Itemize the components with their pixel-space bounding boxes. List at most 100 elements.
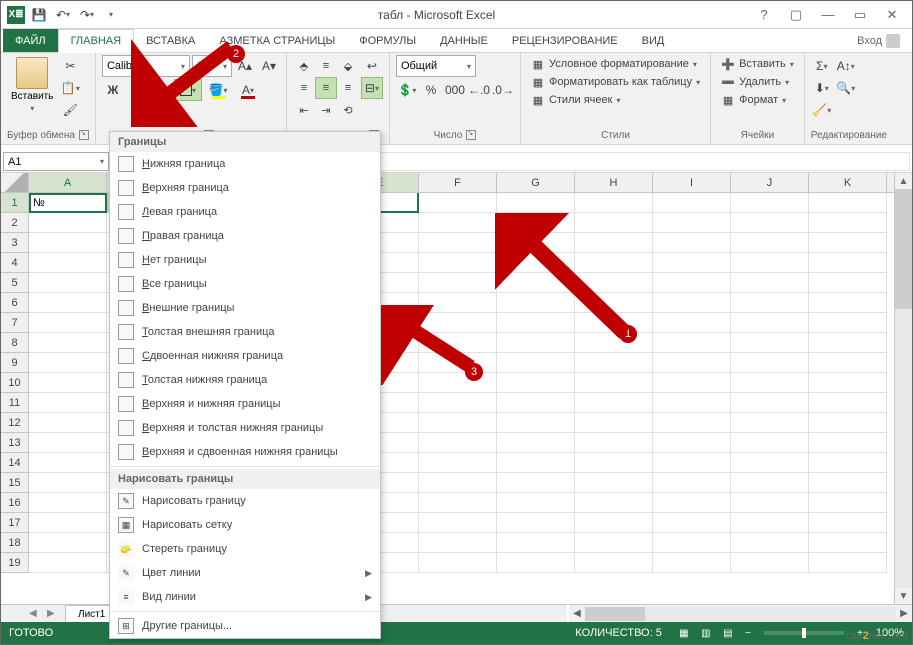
cell[interactable]: [29, 533, 107, 553]
cell[interactable]: [497, 413, 575, 433]
decrease-decimal-icon[interactable]: .0→: [492, 79, 514, 101]
cell[interactable]: [497, 293, 575, 313]
delete-cells-button[interactable]: ➖Удалить▾: [717, 73, 798, 91]
cell[interactable]: [419, 353, 497, 373]
paste-button[interactable]: Вставить ▾: [7, 55, 57, 115]
cell[interactable]: [419, 473, 497, 493]
cell[interactable]: [419, 553, 497, 573]
cell[interactable]: [809, 493, 887, 513]
cell[interactable]: [809, 513, 887, 533]
row-header[interactable]: 14: [1, 453, 29, 473]
cell[interactable]: [575, 553, 653, 573]
col-header-f[interactable]: F: [419, 173, 497, 192]
cell[interactable]: [809, 193, 887, 213]
qat-customize-icon[interactable]: ▾: [101, 5, 121, 25]
increase-decimal-icon[interactable]: ←.0: [468, 79, 490, 101]
minimize-icon[interactable]: —: [816, 5, 840, 25]
cell[interactable]: [731, 273, 809, 293]
decrease-indent-icon[interactable]: ⇤: [293, 99, 315, 121]
row-header[interactable]: 12: [1, 413, 29, 433]
cell[interactable]: [419, 393, 497, 413]
border-option-item[interactable]: Толстая внешняя граница: [110, 320, 380, 344]
cell[interactable]: [575, 373, 653, 393]
cell[interactable]: [653, 333, 731, 353]
cell[interactable]: [497, 253, 575, 273]
sheet-nav-prev[interactable]: ◀: [29, 608, 43, 619]
row-header[interactable]: 9: [1, 353, 29, 373]
cell[interactable]: [575, 273, 653, 293]
tab-insert[interactable]: ВСТАВКА: [134, 29, 207, 52]
view-pagebreak-icon[interactable]: ▤: [718, 625, 738, 641]
cell[interactable]: №: [29, 193, 107, 213]
cell[interactable]: [809, 293, 887, 313]
cell[interactable]: [497, 273, 575, 293]
fill-color-button[interactable]: 🪣▾: [204, 79, 232, 101]
comma-format-icon[interactable]: 000: [444, 79, 466, 101]
sign-in-button[interactable]: Вход: [845, 29, 912, 52]
cell[interactable]: [809, 453, 887, 473]
line-style-item[interactable]: ≡Вид линии▶: [110, 585, 380, 609]
cell[interactable]: [731, 213, 809, 233]
cell[interactable]: [731, 493, 809, 513]
sheet-nav-next[interactable]: ▶: [47, 608, 61, 619]
row-header[interactable]: 3: [1, 233, 29, 253]
align-center-icon[interactable]: ≡: [315, 77, 337, 99]
cell[interactable]: [653, 253, 731, 273]
cell[interactable]: [29, 553, 107, 573]
cell[interactable]: [497, 513, 575, 533]
cell[interactable]: [653, 313, 731, 333]
fill-icon[interactable]: ⬇▾: [811, 77, 833, 99]
cell[interactable]: [419, 453, 497, 473]
cell[interactable]: [419, 293, 497, 313]
cell[interactable]: [575, 473, 653, 493]
cell[interactable]: [809, 433, 887, 453]
cell[interactable]: [575, 413, 653, 433]
view-pagelayout-icon[interactable]: ▥: [696, 625, 716, 641]
cell[interactable]: [731, 233, 809, 253]
font-color-button[interactable]: A▾: [234, 79, 262, 101]
cell[interactable]: [731, 313, 809, 333]
cell[interactable]: [497, 193, 575, 213]
row-header[interactable]: 1: [1, 193, 29, 213]
tab-formulas[interactable]: ФОРМУЛЫ: [347, 29, 428, 52]
cell[interactable]: [419, 333, 497, 353]
cell[interactable]: [731, 293, 809, 313]
cell[interactable]: [419, 513, 497, 533]
tab-data[interactable]: ДАННЫЕ: [428, 29, 500, 52]
cell[interactable]: [809, 233, 887, 253]
border-option-item[interactable]: Верхняя и нижняя границы: [110, 392, 380, 416]
col-header-k[interactable]: K: [809, 173, 887, 192]
cell[interactable]: [809, 213, 887, 233]
border-option-item[interactable]: Сдвоенная нижняя граница: [110, 344, 380, 368]
cell[interactable]: [419, 373, 497, 393]
border-option-item[interactable]: Внешние границы: [110, 296, 380, 320]
cell[interactable]: [29, 233, 107, 253]
redo-icon[interactable]: ↷▾: [77, 5, 97, 25]
cell[interactable]: [497, 553, 575, 573]
cell[interactable]: [419, 193, 497, 213]
cell[interactable]: [653, 533, 731, 553]
cell[interactable]: [731, 433, 809, 453]
close-icon[interactable]: ✕: [880, 5, 904, 25]
sort-filter-icon[interactable]: A↕▾: [835, 55, 857, 77]
cell[interactable]: [497, 453, 575, 473]
row-header[interactable]: 13: [1, 433, 29, 453]
wrap-text-icon[interactable]: ↩: [361, 55, 383, 77]
cell[interactable]: [653, 413, 731, 433]
col-header-a[interactable]: A: [29, 173, 107, 192]
tab-review[interactable]: РЕЦЕНЗИРОВАНИЕ: [500, 29, 630, 52]
zoom-out-icon[interactable]: −: [738, 625, 758, 641]
cell[interactable]: [419, 313, 497, 333]
zoom-slider[interactable]: [764, 631, 844, 635]
cell[interactable]: [497, 373, 575, 393]
cell[interactable]: [653, 193, 731, 213]
cell[interactable]: [809, 273, 887, 293]
cell[interactable]: [653, 393, 731, 413]
cell[interactable]: [575, 353, 653, 373]
cell[interactable]: [653, 373, 731, 393]
borders-button[interactable]: ▾: [174, 79, 202, 101]
cell[interactable]: [29, 353, 107, 373]
cell[interactable]: [497, 313, 575, 333]
italic-button[interactable]: К: [126, 79, 148, 101]
vertical-scrollbar[interactable]: ▲ ▼: [894, 173, 912, 604]
